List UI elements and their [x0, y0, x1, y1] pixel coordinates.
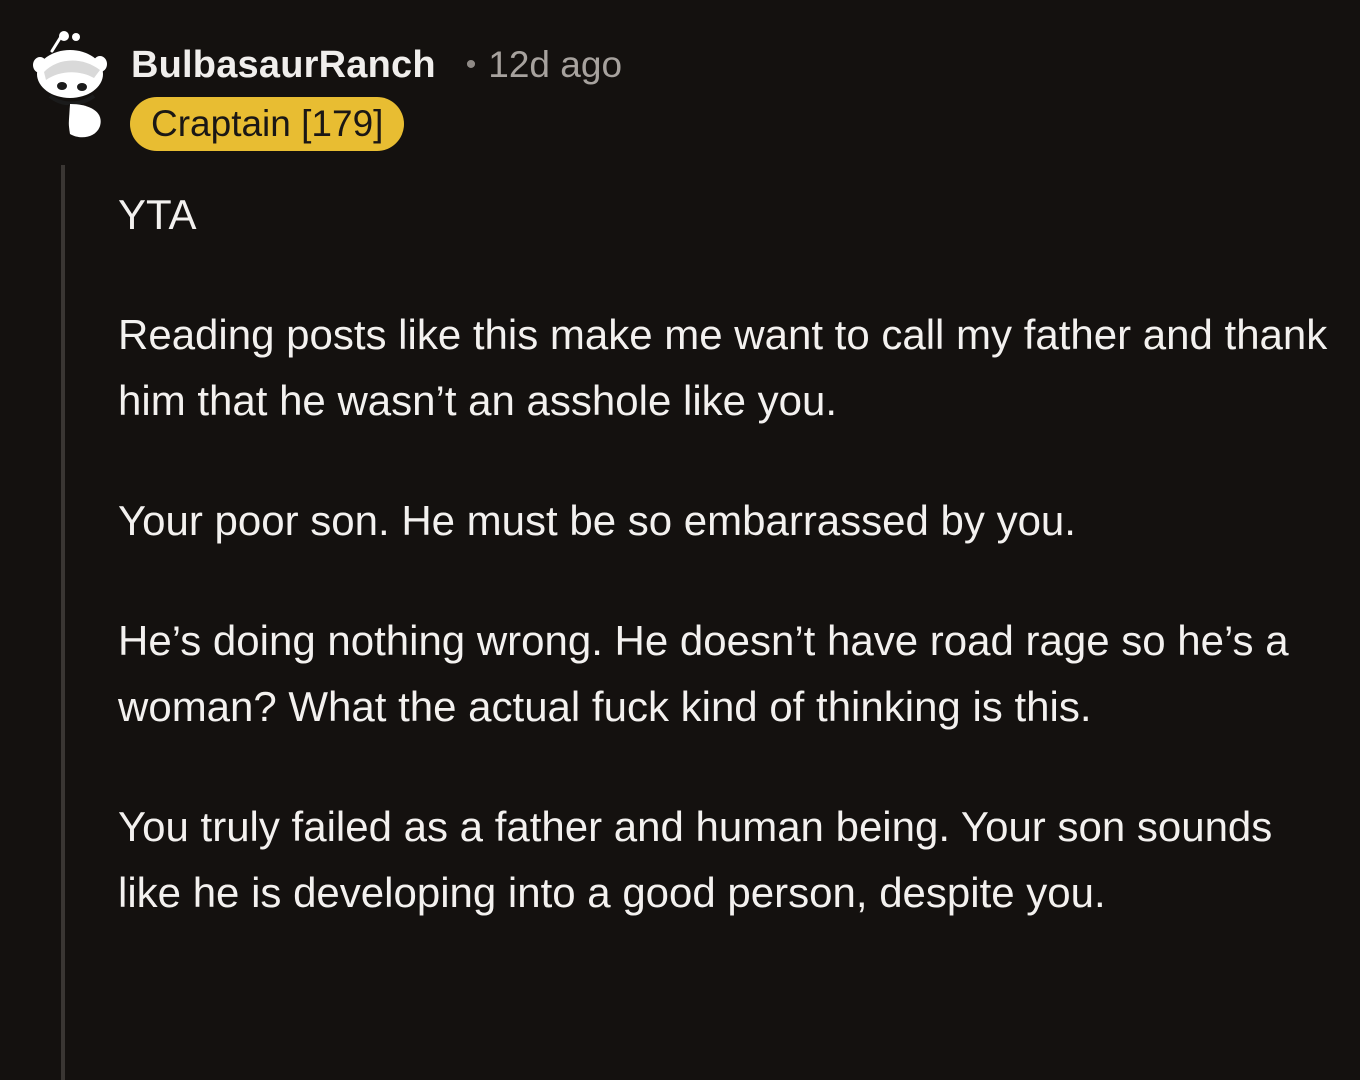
meta-separator: • [465, 48, 477, 81]
comment-meta: BulbasaurRanch • 12d ago [131, 42, 622, 88]
thread-line[interactable] [61, 165, 65, 1080]
username-link[interactable]: BulbasaurRanch [131, 44, 436, 87]
comment-paragraph: Reading posts like this make me want to … [118, 311, 1328, 424]
comment: BulbasaurRanch • 12d ago Craptain [179] … [0, 0, 1360, 1080]
timestamp-link[interactable]: 12d ago [488, 44, 622, 86]
comment-paragraph: Your poor son. He must be so embarrassed… [118, 497, 1076, 544]
reddit-snoo-icon[interactable] [32, 30, 108, 142]
comment-paragraph: You truly failed as a father and human b… [118, 803, 1273, 916]
comment-paragraph: YTA [118, 191, 197, 238]
comment-body: YTA Reading posts like this make me want… [118, 182, 1338, 980]
comment-paragraph: He’s doing nothing wrong. He doesn’t hav… [118, 617, 1289, 730]
user-flair-badge: Craptain [179] [130, 97, 405, 151]
